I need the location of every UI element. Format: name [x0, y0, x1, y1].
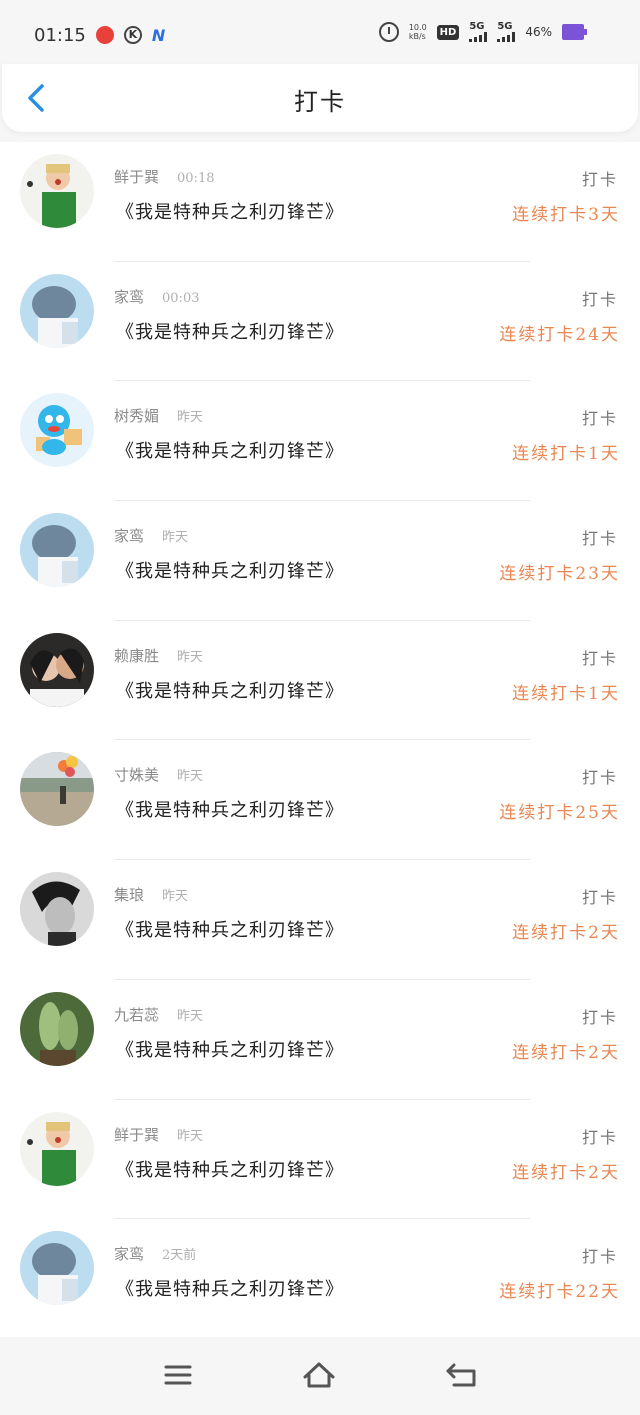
- show-title: 《我是特种兵之利刃锋芒》: [116, 321, 344, 343]
- user-meta: 家鸾 2天前: [114, 1243, 196, 1264]
- status-bar: 01:15 K N 10.0 kB/s HD 5G 5G 46%: [0, 0, 640, 70]
- user-meta: 鲜于巽 昨天: [114, 1124, 203, 1145]
- header: 打卡: [2, 64, 638, 132]
- streak-label: 连续打卡2天: [512, 923, 620, 944]
- checkin-time: 昨天: [162, 530, 189, 546]
- streak-label: 连续打卡2天: [512, 1042, 620, 1063]
- show-title: 《我是特种兵之利刃锋芒》: [116, 920, 344, 942]
- checkin-time: 昨天: [177, 1008, 204, 1024]
- home-icon[interactable]: [301, 1359, 337, 1391]
- avatar[interactable]: [20, 1111, 94, 1186]
- avatar[interactable]: [20, 273, 94, 348]
- checkin-time: 00:03: [162, 290, 200, 306]
- alarm-icon: [378, 22, 399, 42]
- battery-percent: 46%: [525, 25, 552, 39]
- back-nav-icon[interactable]: [444, 1359, 480, 1391]
- avatar[interactable]: [20, 513, 94, 588]
- checkin-action: 打卡: [581, 409, 618, 429]
- signal-icon-1: 5G: [469, 22, 488, 42]
- checkin-action: 打卡: [581, 289, 618, 309]
- user-meta: 家鸾 00:03: [114, 286, 199, 307]
- streak-label: 连续打卡3天: [512, 205, 620, 225]
- list-item[interactable]: 家鸾 昨天 《我是特种兵之利刃锋芒》 打卡 连续打卡23天: [0, 501, 640, 621]
- checkin-action: 打卡: [581, 1007, 618, 1027]
- user-name: 鲜于巽: [114, 168, 160, 186]
- user-name: 九若蕊: [114, 1005, 160, 1024]
- user-name: 家鸾: [114, 1245, 145, 1264]
- checkin-action: 打卡: [581, 1127, 618, 1147]
- checkin-action: 打卡: [581, 1247, 618, 1267]
- user-name: 家鸾: [114, 287, 145, 306]
- avatar[interactable]: [20, 752, 94, 827]
- n-app-icon: N: [151, 25, 166, 45]
- signal-icon-2: 5G: [497, 22, 516, 42]
- streak-label: 连续打卡25天: [499, 803, 620, 824]
- user-name: 家鸾: [114, 527, 145, 546]
- show-title: 《我是特种兵之利刃锋芒》: [116, 561, 344, 583]
- streak-label: 连续打卡22天: [499, 1282, 620, 1303]
- checkin-time: 昨天: [177, 649, 204, 665]
- list-item[interactable]: 九若蕊 昨天 《我是特种兵之利刃锋芒》 打卡 连续打卡2天: [0, 980, 640, 1100]
- list-item[interactable]: 树秀媚 昨天 《我是特种兵之利刃锋芒》 打卡 连续打卡1天: [0, 381, 640, 502]
- battery-icon: [562, 24, 587, 40]
- list-item[interactable]: 集琅 昨天 《我是特种兵之利刃锋芒》 打卡 连续打卡2天: [0, 860, 640, 980]
- user-meta: 九若蕊 昨天: [114, 1004, 203, 1025]
- user-name: 赖康胜: [114, 646, 160, 665]
- streak-label: 连续打卡1天: [512, 683, 620, 704]
- streak-label: 连续打卡1天: [512, 444, 620, 465]
- checkin-time: 昨天: [177, 769, 204, 785]
- checkin-action: 打卡: [581, 888, 618, 908]
- avatar[interactable]: [20, 1231, 94, 1306]
- streak-label: 连续打卡24天: [499, 324, 620, 345]
- user-meta: 树秀媚 昨天: [114, 405, 203, 426]
- checkin-time: 2天前: [162, 1248, 197, 1264]
- checkin-action: 打卡: [581, 768, 618, 788]
- checkin-time: 昨天: [162, 889, 189, 905]
- show-title: 《我是特种兵之利刃锋芒》: [116, 1039, 344, 1061]
- status-time: 01:15: [34, 24, 86, 46]
- checkin-action: 打卡: [581, 648, 618, 668]
- avatar[interactable]: [20, 632, 94, 707]
- net-speed: 10.0 kB/s: [408, 23, 427, 41]
- avatar[interactable]: [20, 393, 94, 468]
- list-item[interactable]: 鲜于巽 昨天 《我是特种兵之利刃锋芒》 打卡 连续打卡2天: [0, 1100, 640, 1220]
- avatar[interactable]: [20, 872, 94, 947]
- show-title: 《我是特种兵之利刃锋芒》: [116, 441, 344, 463]
- avatar[interactable]: [20, 991, 94, 1066]
- user-meta: 集琅 昨天: [114, 884, 188, 905]
- hd-icon: HD: [436, 24, 460, 40]
- menu-icon[interactable]: [160, 1359, 196, 1391]
- list-item[interactable]: 家鸾 00:03 《我是特种兵之利刃锋芒》 打卡 连续打卡24天: [0, 262, 640, 382]
- show-title: 《我是特种兵之利刃锋芒》: [116, 1159, 344, 1181]
- checkin-time: 昨天: [177, 410, 204, 426]
- checkin-action: 打卡: [581, 529, 618, 549]
- user-meta: 寸姝美 昨天: [114, 764, 203, 785]
- avatar[interactable]: [20, 154, 94, 228]
- show-title: 《我是特种兵之利刃锋芒》: [116, 680, 344, 702]
- k-app-icon: K: [123, 26, 142, 44]
- system-nav-bar: [0, 1337, 640, 1415]
- user-meta: 赖康胜 昨天: [114, 645, 203, 666]
- user-meta: 家鸾 昨天: [114, 525, 188, 546]
- checkin-list: 鲜于巽 00:18 《我是特种兵之利刃锋芒》 打卡 连续打卡3天 家鸾 00:03 …: [0, 142, 640, 1337]
- streak-label: 连续打卡23天: [499, 564, 620, 585]
- list-item[interactable]: 鲜于巽 00:18 《我是特种兵之利刃锋芒》 打卡 连续打卡3天: [0, 142, 640, 262]
- page-title: 打卡: [294, 88, 346, 116]
- user-name: 集琅: [114, 886, 145, 905]
- user-name: 寸姝美: [114, 766, 160, 785]
- show-title: 《我是特种兵之利刃锋芒》: [116, 1279, 344, 1301]
- show-title: 《我是特种兵之利刃锋芒》: [116, 202, 344, 223]
- app-notification-icon: [95, 26, 114, 44]
- show-title: 《我是特种兵之利刃锋芒》: [116, 800, 344, 822]
- list-item[interactable]: 赖康胜 昨天 《我是特种兵之利刃锋芒》 打卡 连续打卡1天: [0, 621, 640, 741]
- streak-label: 连续打卡2天: [512, 1162, 620, 1183]
- checkin-action: 打卡: [581, 170, 618, 189]
- list-item[interactable]: 家鸾 2天前 《我是特种兵之利刃锋芒》 打卡 连续打卡22天: [0, 1219, 640, 1337]
- user-meta: 鲜于巽 00:18: [114, 166, 214, 187]
- checkin-time: 昨天: [177, 1128, 204, 1144]
- checkin-time: 00:18: [177, 171, 215, 186]
- user-name: 树秀媚: [114, 407, 160, 426]
- list-item[interactable]: 寸姝美 昨天 《我是特种兵之利刃锋芒》 打卡 连续打卡25天: [0, 740, 640, 861]
- user-name: 鲜于巽: [114, 1125, 160, 1144]
